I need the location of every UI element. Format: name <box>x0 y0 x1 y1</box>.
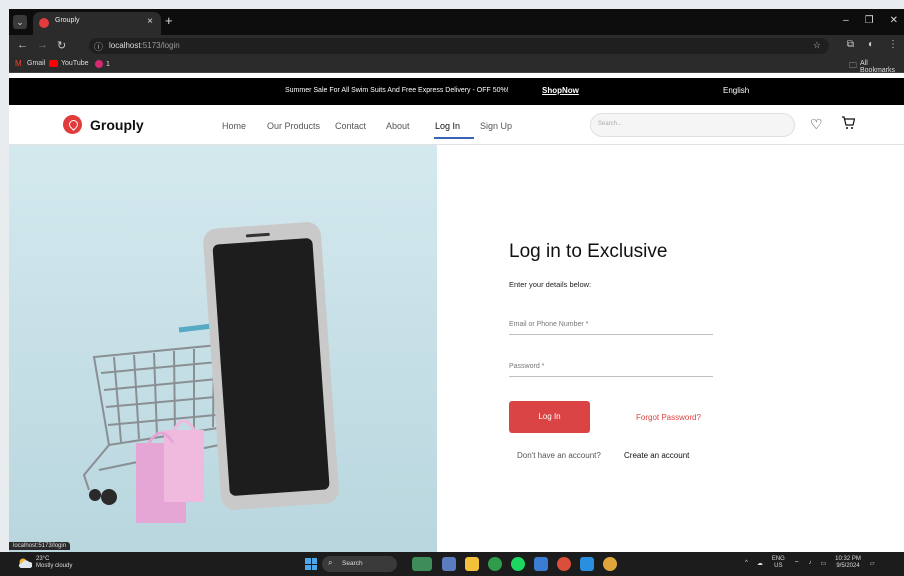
tab-close-icon[interactable]: × <box>147 16 153 27</box>
heart-icon[interactable]: ♡ <box>810 116 823 133</box>
login-form: Log in to Exclusive Enter your details b… <box>437 145 904 552</box>
back-icon[interactable]: ← <box>17 39 28 51</box>
weather-temp: 23°C <box>36 556 50 562</box>
active-nav-underline <box>434 137 474 139</box>
nav-contact[interactable]: Contact <box>335 121 366 131</box>
language-selector[interactable]: English <box>723 86 749 95</box>
taskbar-search-label: Search <box>342 560 363 567</box>
weather-desc: Mostly cloudy <box>36 563 73 569</box>
minimize-icon[interactable]: – <box>843 15 849 26</box>
window-controls: – ❐ ✕ <box>843 15 898 26</box>
forgot-password-link[interactable]: Forgot Password? <box>636 413 701 422</box>
nav-sign-up[interactable]: Sign Up <box>480 121 512 131</box>
page-title: Log in to Exclusive <box>509 241 668 262</box>
battery-icon[interactable]: ▭ <box>820 560 826 567</box>
announcement-text: Summer Sale For All Swim Suits And Free … <box>285 87 509 94</box>
widget-app-icon[interactable] <box>412 557 432 571</box>
email-label: Email or Phone Number * <box>509 321 589 328</box>
system-tray: ^ ☁ ENG US ⌔ ♪ ▭ 10:32 PM 9/5/2024 ▱ <box>745 556 874 570</box>
clock[interactable]: 10:32 PM 9/5/2024 <box>835 556 861 570</box>
folder-icon: 🗀 <box>849 61 857 70</box>
tab-title: Grouply <box>55 17 80 24</box>
spotify-icon[interactable] <box>511 557 525 571</box>
url-path: :5173/login <box>140 41 180 50</box>
search-icon: ⌕ <box>328 558 333 567</box>
address-bar: ← → ↻ ⓘ localhost:5173/login ☆ ⧉ ◐ ⋮ <box>9 35 904 57</box>
no-account-text: Don't have an account? <box>517 451 601 460</box>
tray-cloud-icon[interactable]: ☁ <box>757 560 763 567</box>
extensions-icon[interactable]: ⧉ <box>847 39 854 50</box>
nav-home[interactable]: Home <box>222 121 246 131</box>
search-input[interactable]: Search... <box>590 113 795 137</box>
log-in-button[interactable]: Log In <box>509 401 590 433</box>
nav-our-products[interactable]: Our Products <box>267 121 320 131</box>
url-host: localhost <box>109 41 141 50</box>
cloud-icon[interactable] <box>18 557 32 569</box>
wifi-icon[interactable]: ⌔ <box>794 559 800 567</box>
brand-name[interactable]: Grouply <box>90 117 144 133</box>
chrome-profile-icon[interactable] <box>557 557 571 571</box>
youtube-icon <box>49 60 58 67</box>
logo-icon[interactable] <box>63 115 82 134</box>
forward-icon[interactable]: → <box>37 39 48 51</box>
smartphone <box>203 222 339 510</box>
link-status-url: localhost:5173/login <box>9 542 71 550</box>
shop-now-link[interactable]: ShopNow <box>542 86 579 95</box>
bookmark-gmail[interactable]: M Gmail <box>15 59 45 68</box>
bookmark-star-icon[interactable]: ☆ <box>813 40 821 51</box>
password-label: Password * <box>509 363 545 370</box>
task-view-icon[interactable] <box>442 557 456 571</box>
browser-window: ⌄ Grouply × + – ❐ ✕ ← → ↻ ⓘ localhost:51… <box>9 9 904 552</box>
new-tab-icon[interactable]: + <box>165 13 173 28</box>
password-field[interactable]: Password * <box>509 361 713 377</box>
hero-image <box>9 145 437 552</box>
announcement-bar: Summer Sale For All Swim Suits And Free … <box>9 78 904 105</box>
bookmark-instagram[interactable]: 1 <box>95 60 110 68</box>
bookmark-youtube[interactable]: YouTube <box>49 60 89 67</box>
bookmarks-bar: M Gmail YouTube 1 🗀 All Bookmarks <box>9 57 904 74</box>
tab-search-icon[interactable]: ⌄ <box>13 15 27 29</box>
store-icon[interactable] <box>534 557 548 571</box>
chrome-canary-icon[interactable] <box>603 557 617 571</box>
taskbar-search[interactable]: ⌕ Search <box>322 556 397 572</box>
search-placeholder: Search... <box>598 121 623 127</box>
instagram-icon <box>95 60 103 68</box>
tray-chevron-icon[interactable]: ^ <box>745 560 748 566</box>
reload-icon[interactable]: ↻ <box>57 39 66 52</box>
notification-icon[interactable]: ▱ <box>870 560 875 567</box>
gmail-icon: M <box>15 59 22 68</box>
create-account-link[interactable]: Create an account <box>624 451 689 460</box>
volume-icon[interactable]: ♪ <box>808 560 811 566</box>
weather-widget[interactable]: 23°C Mostly cloudy <box>36 556 72 570</box>
site-info-icon[interactable]: ⓘ <box>94 40 103 53</box>
taskbar: 23°C Mostly cloudy ⌕ Search ^ ☁ ENG US ⌔… <box>0 552 904 576</box>
nav-about[interactable]: About <box>386 121 410 131</box>
extension-icons: ⧉ ◐ ⋮ <box>847 39 898 50</box>
maximize-icon[interactable]: ❐ <box>865 15 874 26</box>
file-explorer-icon[interactable] <box>465 557 479 571</box>
site-header: Grouply Home Our Products Contact About … <box>9 105 904 145</box>
browser-tab[interactable]: Grouply × <box>33 12 161 35</box>
nav-log-in[interactable]: Log In <box>435 121 460 131</box>
form-subtitle: Enter your details below: <box>509 280 592 289</box>
shopping-illustration <box>9 145 437 552</box>
email-field[interactable]: Email or Phone Number * <box>509 319 713 335</box>
windows-start-icon[interactable] <box>305 558 317 570</box>
url-input[interactable]: ⓘ localhost:5173/login ☆ <box>89 38 829 54</box>
menu-icon[interactable]: ⋮ <box>888 39 898 50</box>
tab-favicon-icon <box>39 18 49 28</box>
language-indicator[interactable]: ENG US <box>772 556 785 570</box>
tab-strip: ⌄ Grouply × + – ❐ ✕ <box>9 9 904 35</box>
cart-icon[interactable] <box>841 115 856 133</box>
chrome-icon[interactable] <box>488 557 502 571</box>
vscode-icon[interactable] <box>580 557 594 571</box>
all-bookmarks[interactable]: 🗀 All Bookmarks <box>849 60 904 74</box>
close-window-icon[interactable]: ✕ <box>890 15 898 26</box>
profile-icon[interactable]: ◐ <box>868 39 874 50</box>
